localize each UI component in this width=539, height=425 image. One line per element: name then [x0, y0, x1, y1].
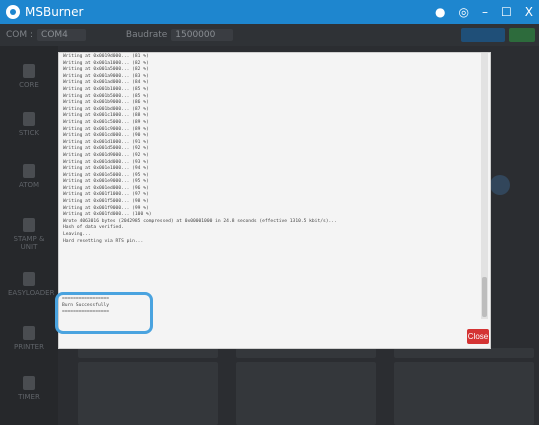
log-line: Writing at 0x001d9000... (92 %) [63, 152, 149, 158]
log-line: Writing at 0x001f5000... (98 %) [63, 199, 149, 205]
background-card [78, 362, 218, 425]
background-strip [78, 348, 218, 358]
log-line: Writing at 0x001b9000... (86 %) [63, 100, 149, 106]
sidebar-item-stick[interactable]: STICK [8, 112, 50, 137]
close-button[interactable]: Close [467, 329, 489, 344]
sidebar-item-core[interactable]: CORE [8, 64, 50, 89]
background-strip [236, 348, 376, 358]
log-line: Writing at 0x001ad000... (84 %) [63, 80, 149, 86]
log-line: Hash of data verified. [63, 225, 124, 231]
sidebar-item-timer[interactable]: TIMER [8, 376, 50, 401]
log-line: Writing at 0x001e1000... (94 %) [63, 166, 149, 172]
log-line: Wrote 4063016 bytes (2042985 compressed)… [63, 218, 337, 224]
atom-icon [23, 164, 35, 178]
log-line: Writing at 0x001e9000... (95 %) [63, 179, 149, 185]
log-line: Writing at 0x001a5000... (82 %) [63, 67, 149, 73]
core-icon [23, 64, 35, 78]
sidebar-item-stamp[interactable]: STAMP & UNIT [8, 218, 50, 251]
toolbar-button-green[interactable] [509, 28, 535, 42]
log-scrollbar[interactable] [481, 53, 488, 319]
background-card [236, 362, 376, 425]
baud-label: Baudrate [125, 30, 168, 40]
close-window-button[interactable]: X [525, 5, 533, 19]
stick-icon [23, 112, 35, 126]
success-highlight-outline [55, 292, 153, 334]
log-line: Writing at 0x001d5000... (92 %) [63, 146, 149, 152]
toolbar-button-blue[interactable] [461, 28, 505, 42]
background-card [394, 362, 534, 425]
baud-select[interactable]: 1500000 [171, 29, 234, 41]
stamp-icon [23, 218, 35, 232]
log-line: Hard resetting via RTS pin... [63, 238, 144, 244]
log-line: Writing at 0x001c1000... (88 %) [63, 113, 149, 119]
com-select[interactable]: COM4 [37, 29, 86, 41]
user-icon[interactable]: ● [435, 5, 445, 19]
log-line: Writing at 0x001fd000... (100 %) [63, 212, 152, 218]
app-logo-icon [6, 5, 20, 19]
minimize-button[interactable]: – [482, 5, 488, 19]
sidebar-item-printer[interactable]: PRINTER [8, 326, 50, 351]
scrollbar-thumb[interactable] [482, 277, 487, 317]
background-strip [394, 348, 534, 358]
title-bar: MSBurner ● ◎ – ☐ X [0, 0, 539, 24]
com-label: COM : [6, 30, 34, 40]
window-controls: ● ◎ – ☐ X [435, 0, 533, 24]
timer-icon [23, 376, 35, 390]
sidebar: CORE STICK ATOM STAMP & UNIT EASYLOADER … [0, 46, 58, 425]
maximize-button[interactable]: ☐ [501, 5, 512, 19]
settings-icon[interactable]: ◎ [459, 5, 469, 19]
app-title: MSBurner [25, 5, 84, 19]
log-line: Writing at 0x001b1000... (85 %) [63, 86, 149, 92]
printer-icon [23, 326, 35, 340]
easyloader-icon [23, 272, 35, 286]
log-line: Leaving... [63, 232, 91, 238]
log-line: Writing at 0x0019d000... (81 %) [63, 54, 149, 59]
background-badge [490, 175, 510, 195]
log-line: Writing at 0x001c5000... (89 %) [63, 119, 149, 125]
sidebar-item-easyloader[interactable]: EASYLOADER [8, 272, 54, 297]
burn-log-output: Writing at 0x0019d000... (81 %) Writing a… [63, 53, 477, 320]
sidebar-item-atom[interactable]: ATOM [8, 164, 50, 189]
toolbar: COM : COM4 Baudrate 1500000 [0, 24, 539, 46]
log-line: Writing at 0x001cd000... (90 %) [63, 133, 149, 139]
